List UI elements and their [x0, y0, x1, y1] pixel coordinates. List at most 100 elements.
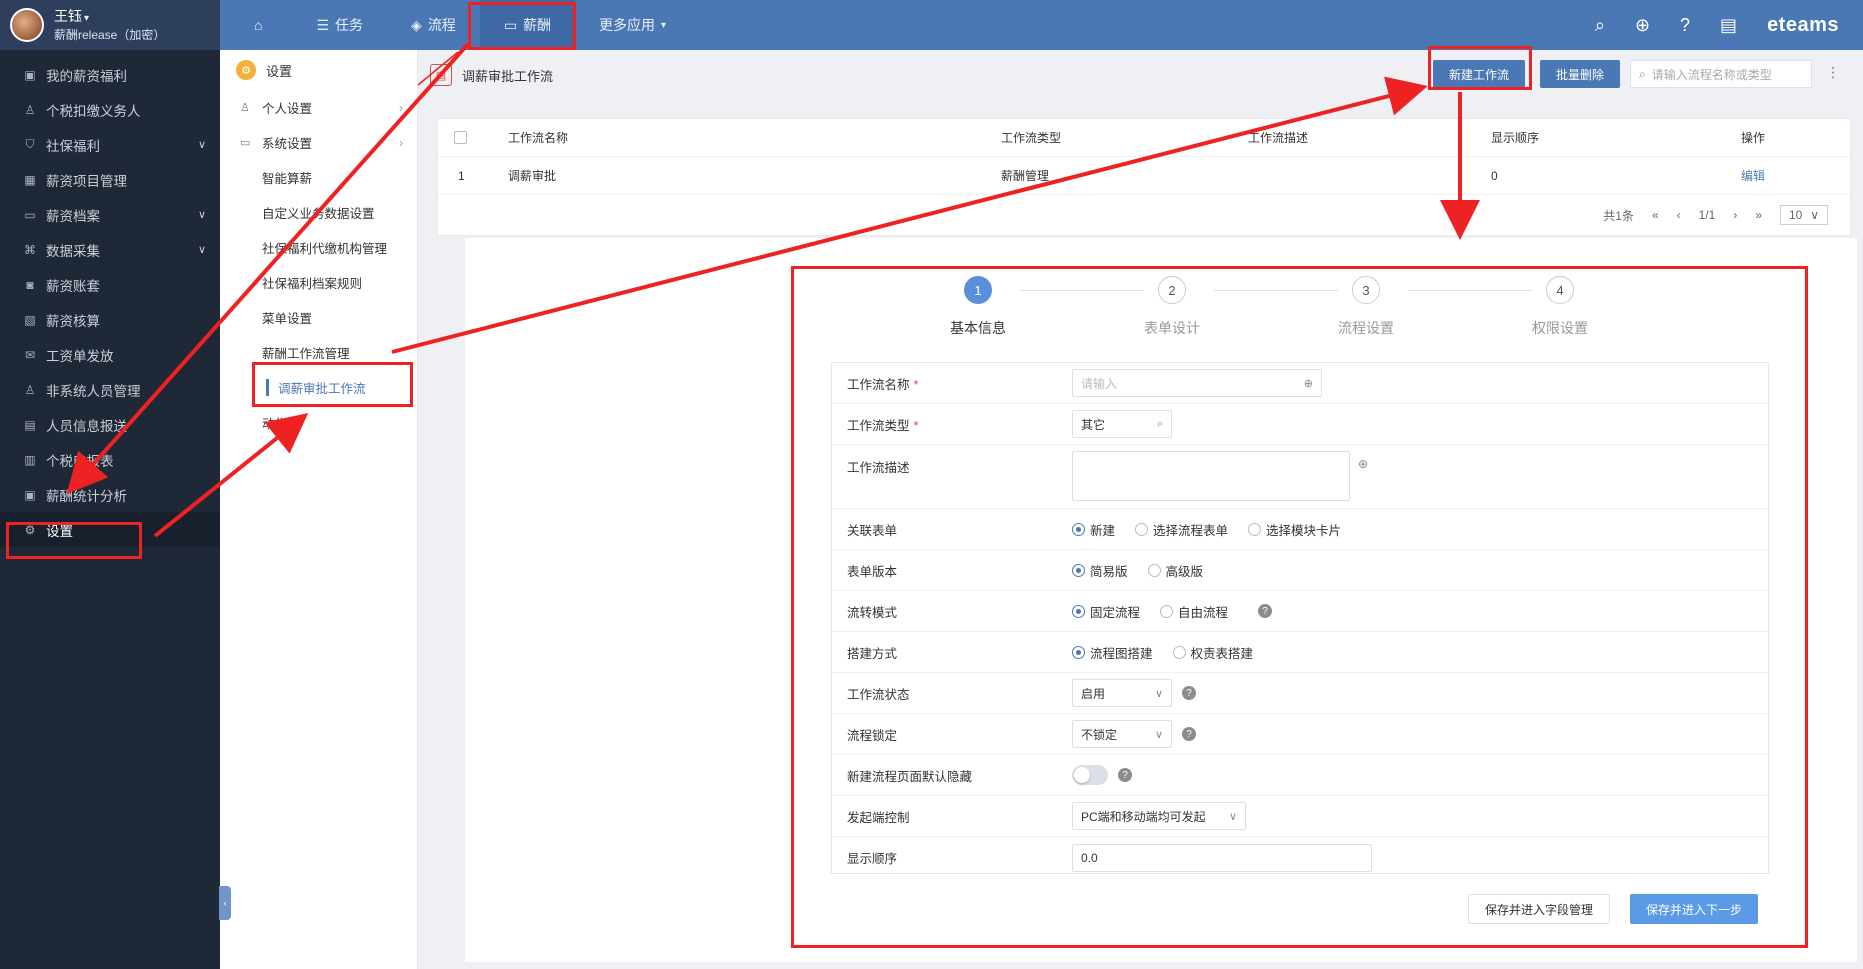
plus-circle-icon[interactable]: ⊕ — [1635, 15, 1650, 36]
avatar[interactable] — [10, 8, 44, 42]
data-icon: ⌘ — [24, 242, 36, 257]
sidebar-item-salary-calc[interactable]: ▧ 薪资核算 — [0, 302, 220, 337]
help-icon[interactable]: ? — [1680, 15, 1690, 36]
subnav-item-menu-settings[interactable]: 菜单设置 — [220, 300, 417, 335]
search-placeholder: 请输入流程名称或类型 — [1651, 67, 1772, 82]
sidebar-label: 人员信息报送 — [46, 418, 127, 434]
sidebar-label: 我的薪资福利 — [46, 68, 127, 84]
sidebar-item-tax-report[interactable]: ▥ 个税申报表 — [0, 442, 220, 477]
pagination: 共1条 « ‹ 1/1 › » 10 ∨ — [438, 195, 1850, 235]
sidebar-item-social-welfare[interactable]: ⛉ 社保福利 ∨ — [0, 127, 220, 162]
edit-link[interactable]: 编辑 — [1731, 167, 1831, 184]
subnav-item-agency[interactable]: 社保福利代缴机构管理 — [220, 230, 417, 265]
last-page-icon[interactable]: » — [1755, 208, 1762, 222]
step-number: 3 — [1352, 276, 1380, 304]
monitor-icon: ▭ — [240, 137, 251, 149]
nav-tasks[interactable]: ☰ 任务 — [292, 0, 387, 50]
row-order: 0 — [1491, 168, 1498, 183]
search-input[interactable]: ⌕ 请输入流程名称或类型 — [1630, 60, 1812, 88]
sidebar-item-non-system-staff[interactable]: ♙ 非系统人员管理 — [0, 372, 220, 407]
table-row[interactable]: 1 调薪审批 薪酬管理 0 编辑 — [438, 157, 1850, 195]
subnav-item-action-flow[interactable]: 动作流 — [220, 405, 417, 440]
sidebar-item-salary-archive[interactable]: ▭ 薪资档案 ∨ — [0, 197, 220, 232]
th-name[interactable]: 工作流名称 — [498, 129, 991, 146]
th-op: 操作 — [1741, 131, 1766, 145]
page-size-value: 10 — [1789, 208, 1803, 222]
th-order[interactable]: 显示顺序 — [1481, 129, 1731, 146]
sidebar-item-staff-report[interactable]: ▤ 人员信息报送 — [0, 407, 220, 442]
subnav-item-archive-rules[interactable]: 社保福利档案规则 — [220, 265, 417, 300]
subnav-personal-settings[interactable]: ♙ 个人设置 › — [220, 90, 417, 125]
sidebar-item-data-collect[interactable]: ⌘ 数据采集 ∨ — [0, 232, 220, 267]
chevron-down-icon: ▾ — [84, 12, 90, 24]
settings-icon: ⚙ — [236, 60, 256, 80]
nav-flow[interactable]: ◈ 流程 — [387, 0, 480, 50]
sidebar: ▣ 我的薪资福利 ♙ 个税扣缴义务人 ⛉ 社保福利 ∨ ▦ 薪资项目管理 ▭ 薪资档案 ∨ ⌘… — [0, 50, 220, 969]
sidebar-item-payslip[interactable]: ✉ 工资单发放 — [0, 337, 220, 372]
nav-more-apps[interactable]: 更多应用 ▾ — [575, 0, 690, 50]
annotation-box-adjust-workflow — [252, 362, 413, 407]
search-icon[interactable]: ⌕ — [1595, 15, 1605, 36]
page-size-select[interactable]: 10 ∨ — [1780, 205, 1828, 225]
subnav-item-smart-salary[interactable]: 智能算薪 — [220, 160, 417, 195]
subnav-system-settings[interactable]: ▭ 系统设置 › — [220, 125, 417, 160]
chevron-right-icon: › — [399, 135, 403, 150]
sidebar-label: 数据采集 — [46, 243, 100, 259]
report-icon: ▤ — [24, 417, 36, 432]
sidebar-label: 薪资账套 — [46, 278, 100, 294]
sidebar-item-salary-account[interactable]: ◙ 薪资账套 — [0, 267, 220, 302]
layers-icon: ◈ — [411, 16, 422, 33]
th-desc[interactable]: 工作流描述 — [1238, 129, 1481, 146]
table-header: 工作流名称 工作流类型 工作流描述 显示顺序 操作 — [438, 119, 1850, 157]
doc-icon: ▣ — [24, 67, 36, 82]
search-icon: ⌕ — [1639, 66, 1646, 81]
chevron-down-icon: ∨ — [197, 209, 206, 221]
next-page-icon[interactable]: › — [1733, 208, 1737, 222]
notes-icon[interactable]: ▤ — [1720, 15, 1737, 36]
batch-delete-button[interactable]: 批量删除 — [1540, 60, 1621, 88]
home-icon: ⌂ — [254, 17, 263, 33]
user-tenant: 薪酬release（加密） — [54, 27, 166, 42]
top-bar: 王钰 ▾ 薪酬release（加密） ⌂ ☰ 任务 ◈ 流程 ▭ 薪酬 更多应用 ▾ ⌕ … — [0, 0, 1863, 50]
user-info: 王钰 ▾ 薪酬release（加密） — [54, 8, 165, 43]
prev-page-icon[interactable]: ‹ — [1677, 208, 1681, 222]
chevron-down-icon: ∨ — [197, 139, 206, 151]
brand-logo[interactable]: eteams — [1767, 14, 1839, 37]
person-icon: ♙ — [240, 102, 250, 114]
shield-icon: ⛉ — [25, 137, 35, 151]
first-page-icon[interactable]: « — [1652, 208, 1659, 222]
collapse-handle[interactable]: ‹ — [219, 886, 231, 920]
more-icon[interactable]: ⋮ — [1826, 64, 1840, 81]
user-menu[interactable]: 王钰 ▾ 薪酬release（加密） — [0, 0, 220, 50]
calculator-icon: ▧ — [24, 312, 36, 327]
sidebar-item-salary-items[interactable]: ▦ 薪资项目管理 — [0, 162, 220, 197]
nav-flow-label: 流程 — [427, 17, 456, 33]
select-all-cell — [438, 131, 498, 144]
wallet-icon: ◙ — [26, 277, 34, 292]
step-number: 4 — [1546, 276, 1574, 304]
subnav-item-custom-data[interactable]: 自定义业务数据设置 — [220, 195, 417, 230]
select-all-checkbox[interactable] — [454, 131, 467, 144]
sidebar-item-statistics[interactable]: ▣ 薪酬统计分析 — [0, 477, 220, 512]
annotation-box-new-button — [1428, 46, 1532, 90]
sidebar-label: 个税申报表 — [46, 453, 114, 469]
step-connector — [1214, 290, 1338, 291]
list-icon: ☰ — [316, 16, 330, 33]
form-icon: ▥ — [24, 452, 36, 467]
step-number: 2 — [1158, 276, 1186, 304]
chevron-left-icon: ‹ — [223, 898, 227, 908]
sidebar-label: 薪酬统计分析 — [46, 488, 127, 504]
sidebar-item-my-salary[interactable]: ▣ 我的薪资福利 — [0, 57, 220, 92]
row-type: 薪酬管理 — [1001, 169, 1050, 183]
annotation-box-salary-tab — [468, 2, 576, 50]
nav-home[interactable]: ⌂ — [230, 0, 292, 50]
sidebar-label: 非系统人员管理 — [46, 383, 141, 399]
folder-icon: ▭ — [24, 207, 36, 222]
subnav-label: 系统设置 — [262, 137, 313, 151]
chevron-right-icon: › — [399, 100, 403, 115]
th-type[interactable]: 工作流类型 — [991, 129, 1238, 146]
total-count: 共1条 — [1603, 208, 1634, 223]
sidebar-item-tax-agent[interactable]: ♙ 个税扣缴义务人 — [0, 92, 220, 127]
person-icon: ♙ — [24, 382, 36, 397]
nav-tasks-label: 任务 — [335, 17, 364, 33]
